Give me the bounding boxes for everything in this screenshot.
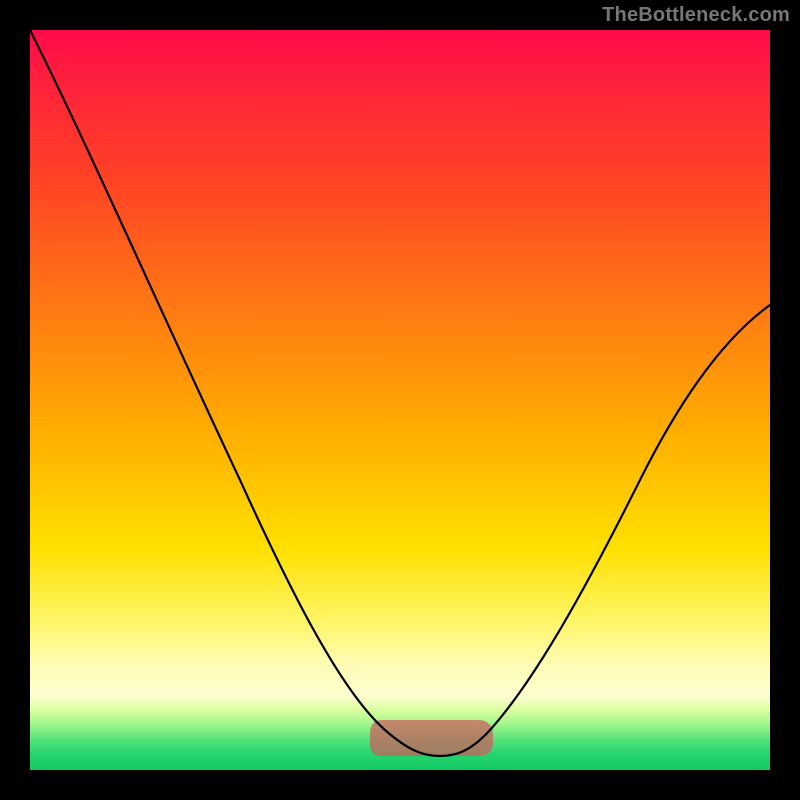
chart-curve-layer [30, 30, 770, 770]
watermark-text: TheBottleneck.com [602, 4, 790, 27]
chart-stage: TheBottleneck.com [0, 0, 800, 800]
bottleneck-curve [30, 30, 770, 756]
valley-highlight-blob [370, 720, 493, 756]
